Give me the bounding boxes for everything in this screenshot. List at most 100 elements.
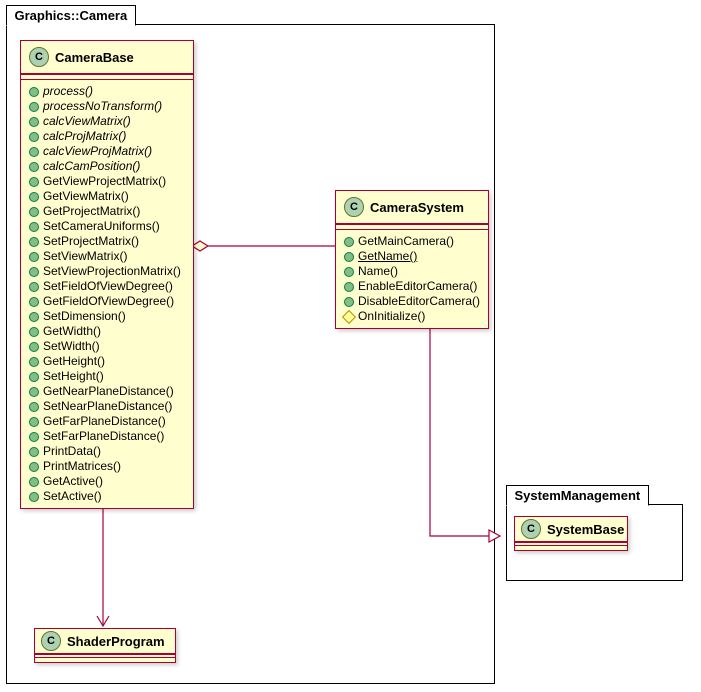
class-member: calcViewMatrix() [29,114,185,129]
class-member: OnInitialize() [344,309,480,324]
class-camerasystem: C CameraSystem GetMainCamera()GetName()N… [335,190,489,329]
class-member: SetActive() [29,489,185,504]
class-member: calcViewProjMatrix() [29,144,185,159]
member-label: DisableEditorCamera() [358,294,480,309]
class-name: ShaderProgram [67,634,165,649]
visibility-public-icon [29,402,39,412]
member-label: GetNearPlaneDistance() [43,384,174,399]
class-member: SetFarPlaneDistance() [29,429,185,444]
visibility-public-icon [29,237,39,247]
class-member: PrintMatrices() [29,459,185,474]
member-label: calcViewMatrix() [43,114,131,129]
visibility-public-icon [29,192,39,202]
class-icon: C [521,519,541,539]
class-header: C ShaderProgram [35,629,175,654]
class-member: SetDimension() [29,309,185,324]
visibility-public-icon [344,297,354,307]
member-label: SetFieldOfViewDegree() [43,279,173,294]
member-label: PrintMatrices() [43,459,121,474]
member-label: GetViewProjectMatrix() [43,174,166,189]
class-member: GetViewMatrix() [29,189,185,204]
visibility-public-icon [29,297,39,307]
class-member: SetWidth() [29,339,185,354]
class-member: SetProjectMatrix() [29,234,185,249]
visibility-public-icon [29,447,39,457]
class-icon: C [344,197,364,217]
visibility-public-icon [29,327,39,337]
visibility-public-icon [29,492,39,502]
member-label: GetWidth() [43,324,101,339]
class-header: C CameraSystem [336,191,488,224]
member-label: PrintData() [43,444,101,459]
member-label: GetActive() [43,474,103,489]
member-label: GetViewMatrix() [43,189,129,204]
member-label: GetMainCamera() [358,234,454,249]
member-label: SetProjectMatrix() [43,234,139,249]
member-label: calcViewProjMatrix() [43,144,152,159]
class-member: SetHeight() [29,369,185,384]
class-shaderprogram: C ShaderProgram [34,628,176,663]
member-label: GetName() [358,249,417,264]
class-name: SystemBase [547,522,624,537]
class-member: GetMainCamera() [344,234,480,249]
class-body-empty [35,658,175,662]
class-member: GetProjectMatrix() [29,204,185,219]
visibility-public-icon [29,87,39,97]
class-member: GetName() [344,249,480,264]
visibility-public-icon [29,177,39,187]
member-label: SetViewProjectionMatrix() [43,264,181,279]
visibility-public-icon [29,312,39,322]
visibility-public-icon [29,132,39,142]
visibility-public-icon [29,222,39,232]
member-label: GetFieldOfViewDegree() [43,294,174,309]
class-body-empty [515,546,627,550]
class-member: GetFieldOfViewDegree() [29,294,185,309]
visibility-public-icon [29,117,39,127]
member-label: SetNearPlaneDistance() [43,399,172,414]
class-header: C CameraBase [21,41,193,74]
class-member: Name() [344,264,480,279]
class-header: C SystemBase [515,517,627,542]
visibility-public-icon [29,372,39,382]
member-label: processNoTransform() [43,99,162,114]
member-label: SetViewMatrix() [43,249,127,264]
package-label: Graphics::Camera [6,5,137,26]
visibility-public-icon [344,237,354,247]
class-member: GetFarPlaneDistance() [29,414,185,429]
member-label: SetActive() [43,489,102,504]
class-member: calcProjMatrix() [29,129,185,144]
member-label: OnInitialize() [358,309,425,324]
class-member: DisableEditorCamera() [344,294,480,309]
member-label: Name() [358,264,398,279]
visibility-public-icon [29,207,39,217]
class-member: GetWidth() [29,324,185,339]
member-label: calcProjMatrix() [43,129,126,144]
member-label: GetHeight() [43,354,105,369]
class-member: SetFieldOfViewDegree() [29,279,185,294]
member-label: SetWidth() [43,339,100,354]
class-name: CameraBase [55,50,134,65]
visibility-public-icon [29,147,39,157]
class-member: SetViewProjectionMatrix() [29,264,185,279]
visibility-public-icon [29,252,39,262]
class-camerabase: C CameraBase process()processNoTransform… [20,40,194,509]
class-member: PrintData() [29,444,185,459]
member-label: SetFarPlaneDistance() [43,429,164,444]
visibility-protected-icon [342,309,356,323]
class-member: calcCamPosition() [29,159,185,174]
class-member: process() [29,84,185,99]
class-member: GetViewProjectMatrix() [29,174,185,189]
class-member: EnableEditorCamera() [344,279,480,294]
member-label: GetProjectMatrix() [43,204,140,219]
class-member: GetHeight() [29,354,185,369]
visibility-public-icon [344,282,354,292]
class-systembase: C SystemBase [514,516,628,551]
class-body: process()processNoTransform()calcViewMat… [21,80,193,508]
class-member: GetActive() [29,474,185,489]
visibility-public-icon [29,102,39,112]
visibility-public-icon [29,432,39,442]
class-member: GetNearPlaneDistance() [29,384,185,399]
member-label: SetDimension() [43,309,126,324]
member-label: GetFarPlaneDistance() [43,414,166,429]
visibility-public-icon [29,462,39,472]
